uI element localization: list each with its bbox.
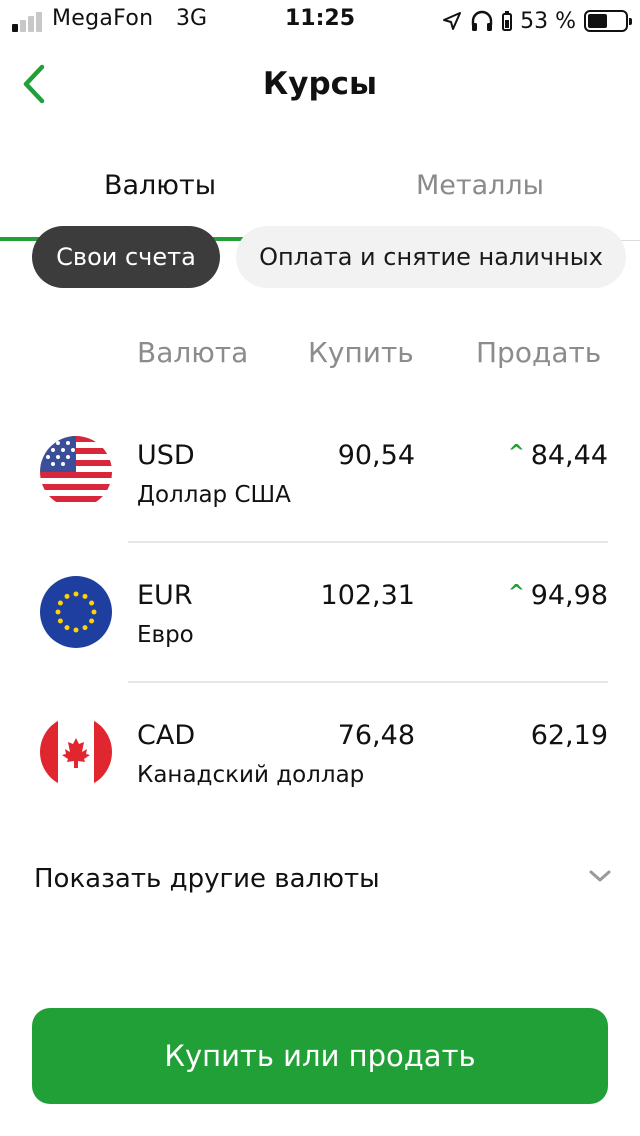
buy-rate: 76,48 (337, 720, 415, 751)
show-more-currencies[interactable]: Показать другие валюты (0, 856, 640, 912)
battery-small-icon (502, 11, 513, 31)
sell-rate-cell: 62,19 (531, 720, 608, 751)
us-flag-icon (40, 436, 112, 508)
column-header-buy: Купить (308, 336, 414, 369)
page-title: Курсы (262, 66, 378, 102)
eu-flag-icon (40, 576, 112, 648)
currency-code: USD (137, 440, 195, 471)
location-arrow-icon (443, 12, 462, 30)
sell-rate: 84,44 (530, 440, 608, 471)
currency-row-cad[interactable]: CAD Канадский доллар 76,48 62,19 (0, 700, 640, 840)
column-header-sell: Продать (476, 336, 602, 369)
trend-up-icon: ^ (507, 439, 525, 464)
currency-name: Евро (137, 622, 194, 648)
currency-name: Доллар США (137, 482, 291, 508)
currency-code: CAD (137, 720, 196, 751)
chevron-down-icon (589, 870, 611, 882)
headphones-icon (471, 10, 493, 31)
filter-chip-own-accounts[interactable]: Свои счета (32, 226, 220, 288)
sell-rate: 62,19 (530, 720, 608, 751)
currency-name: Канадский доллар (137, 762, 365, 788)
show-more-label: Показать другие валюты (34, 864, 380, 894)
column-header-currency: Валюта (137, 336, 249, 369)
trend-up-icon: ^ (507, 579, 525, 604)
currency-row-eur[interactable]: EUR Евро 102,31 ^ 94,98 (0, 560, 640, 700)
status-right-group: 53 % (442, 6, 632, 36)
battery-icon (584, 10, 632, 32)
currency-row-usd[interactable]: USD Доллар США 90,54 ^ 84,44 (0, 420, 640, 560)
buy-or-sell-button[interactable]: Купить или продать (32, 1008, 608, 1104)
battery-level (588, 14, 608, 28)
filter-chip-payment-cash[interactable]: Оплата и снятие наличных (236, 226, 626, 288)
currency-code: EUR (137, 580, 193, 611)
status-bar: MegaFon 3G 11:25 53 % (0, 0, 640, 44)
buy-rate: 90,54 (337, 440, 415, 471)
battery-percent: 53 % (520, 8, 576, 34)
canada-flag-icon (40, 716, 112, 788)
row-divider (128, 681, 608, 683)
sell-rate: 94,98 (530, 580, 608, 611)
sell-rate-cell: ^ 94,98 (507, 579, 608, 612)
buy-rate: 102,31 (320, 580, 415, 611)
sell-rate-cell: ^ 84,44 (507, 439, 608, 472)
row-divider (128, 541, 608, 543)
